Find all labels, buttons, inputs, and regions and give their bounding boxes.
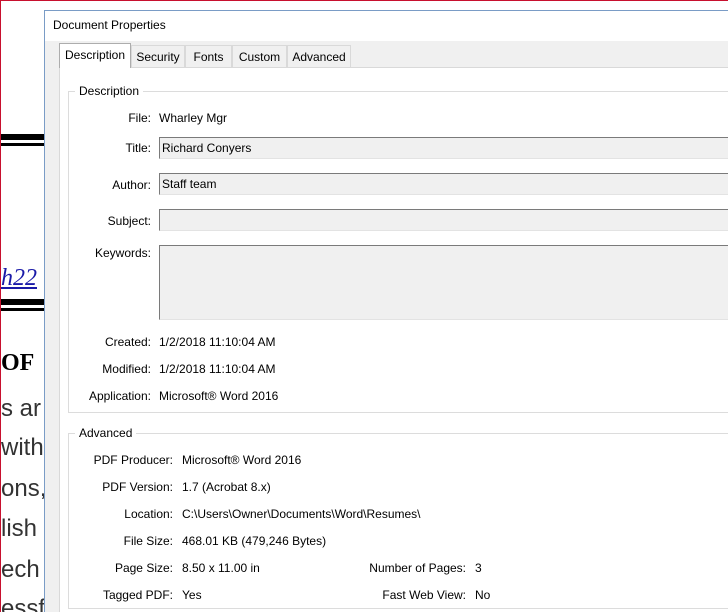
document-text: ech — [1, 556, 40, 583]
advanced-group: Advanced PDF Producer: Microsoft® Word 2… — [68, 426, 728, 609]
author-label: Author: — [112, 178, 151, 192]
keywords-label: Keywords: — [94, 246, 151, 260]
pdf-producer-value: Microsoft® Word 2016 — [182, 453, 302, 467]
document-text: ons, — [1, 475, 45, 502]
modified-label: Modified: — [102, 362, 151, 376]
pdf-version-value: 1.7 (Acrobat 8.x) — [182, 480, 271, 494]
document-text: essf — [1, 595, 45, 612]
file-size-label: File Size: — [123, 534, 173, 548]
tab-custom[interactable]: Custom — [232, 45, 287, 67]
description-tab-panel: Description File: Wharley Mgr Title: Ric… — [59, 67, 728, 612]
application-label: Application: — [88, 389, 151, 403]
fast-web-view-value: No — [475, 588, 491, 602]
keywords-field[interactable] — [159, 245, 728, 320]
description-group: Description File: Wharley Mgr Title: Ric… — [68, 84, 728, 413]
document-text: h22 — [1, 265, 37, 291]
tagged-pdf-value: Yes — [182, 588, 202, 602]
document-rule — [1, 308, 46, 311]
fast-web-view-label: Fast Web View: — [382, 588, 466, 602]
tab-fonts[interactable]: Fonts — [185, 45, 232, 67]
number-of-pages-value: 3 — [475, 561, 482, 575]
page-size-label: Page Size: — [114, 561, 173, 575]
pdf-producer-label: PDF Producer: — [93, 453, 173, 467]
document-text: lish — [1, 515, 38, 542]
document-text: with — [1, 434, 44, 461]
application-value: Microsoft® Word 2016 — [159, 389, 279, 403]
document-text: s ar — [1, 395, 42, 422]
tab-advanced[interactable]: Advanced — [287, 45, 351, 67]
modified-value: 1/2/2018 11:10:04 AM — [159, 362, 276, 376]
document-rule — [1, 134, 46, 140]
tab-description[interactable]: Description — [59, 43, 131, 68]
description-group-title: Description — [75, 84, 144, 98]
pdf-version-label: PDF Version: — [102, 480, 173, 494]
page-size-value: 8.50 x 11.00 in — [182, 561, 260, 575]
dialog-title: Document Properties — [53, 18, 166, 32]
document-properties-dialog: Document Properties Description Security… — [44, 10, 728, 612]
location-value: C:\Users\Owner\Documents\Word\Resumes\ — [182, 507, 421, 521]
file-size-value: 468.01 KB (479,246 Bytes) — [182, 534, 327, 548]
number-of-pages-label: Number of Pages: — [369, 561, 466, 575]
advanced-group-title: Advanced — [75, 426, 137, 440]
tab-security[interactable]: Security — [131, 45, 185, 67]
document-heading: OF — [1, 350, 35, 376]
created-value: 1/2/2018 11:10:04 AM — [159, 335, 276, 349]
created-label: Created: — [104, 335, 151, 349]
document-rule — [1, 299, 46, 305]
tagged-pdf-label: Tagged PDF: — [102, 588, 173, 602]
author-field[interactable]: Staff team — [159, 173, 728, 195]
title-label: Title: — [125, 141, 151, 155]
file-value: Wharley Mgr — [159, 111, 228, 125]
subject-label: Subject: — [107, 214, 151, 228]
title-bar[interactable]: Document Properties — [45, 11, 728, 41]
file-label: File: — [128, 111, 151, 125]
document-rule — [1, 143, 46, 146]
title-field[interactable]: Richard Conyers — [159, 137, 728, 159]
subject-field[interactable] — [159, 209, 728, 231]
location-label: Location: — [124, 507, 173, 521]
